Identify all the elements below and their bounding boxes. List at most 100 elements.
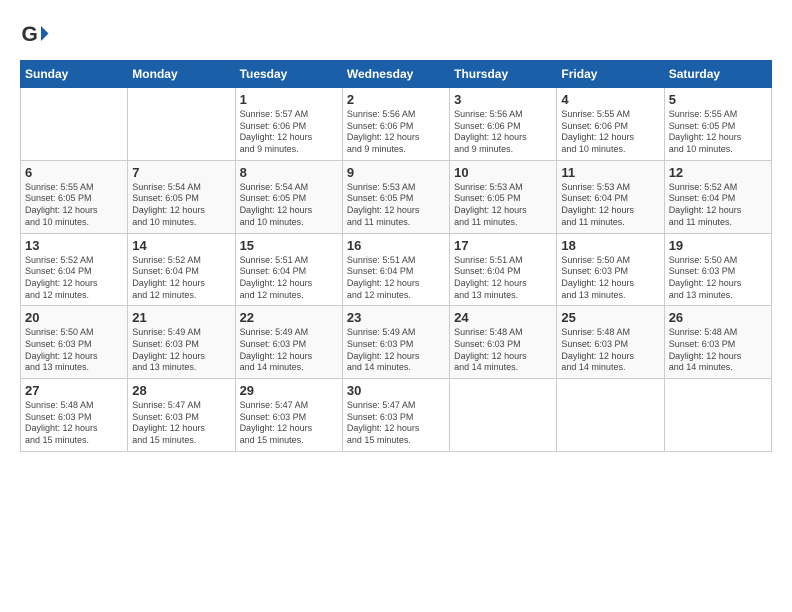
calendar-cell: 5 Sunrise: 5:55 AM Sunset: 6:05 PM Daylig… (664, 88, 771, 161)
day-info: Sunrise: 5:52 AM Sunset: 6:04 PM Dayligh… (132, 255, 230, 302)
calendar-cell: 17 Sunrise: 5:51 AM Sunset: 6:04 PM Dayli… (450, 233, 557, 306)
day-number: 3 (454, 92, 552, 107)
day-info: Sunrise: 5:56 AM Sunset: 6:06 PM Dayligh… (347, 109, 445, 156)
day-info: Sunrise: 5:49 AM Sunset: 6:03 PM Dayligh… (240, 327, 338, 374)
day-number: 24 (454, 310, 552, 325)
day-number: 26 (669, 310, 767, 325)
day-info: Sunrise: 5:47 AM Sunset: 6:03 PM Dayligh… (240, 400, 338, 447)
day-number: 12 (669, 165, 767, 180)
day-info: Sunrise: 5:47 AM Sunset: 6:03 PM Dayligh… (347, 400, 445, 447)
day-info: Sunrise: 5:49 AM Sunset: 6:03 PM Dayligh… (132, 327, 230, 374)
calendar-week-4: 20 Sunrise: 5:50 AM Sunset: 6:03 PM Dayli… (21, 306, 772, 379)
calendar-cell (557, 379, 664, 452)
day-header-thursday: Thursday (450, 61, 557, 88)
day-number: 19 (669, 238, 767, 253)
calendar-cell: 6Sunrise: 5:55 AM Sunset: 6:05 PM Daylig… (21, 160, 128, 233)
calendar-cell: 23Sunrise: 5:49 AM Sunset: 6:03 PM Dayli… (342, 306, 449, 379)
calendar-week-1: 1 Sunrise: 5:57 AM Sunset: 6:06 PM Daylig… (21, 88, 772, 161)
day-info: Sunrise: 5:49 AM Sunset: 6:03 PM Dayligh… (347, 327, 445, 374)
day-header-tuesday: Tuesday (235, 61, 342, 88)
day-number: 30 (347, 383, 445, 398)
day-info: Sunrise: 5:53 AM Sunset: 6:05 PM Dayligh… (347, 182, 445, 229)
day-number: 18 (561, 238, 659, 253)
day-number: 29 (240, 383, 338, 398)
calendar-cell (664, 379, 771, 452)
calendar-cell: 3 Sunrise: 5:56 AM Sunset: 6:06 PM Daylig… (450, 88, 557, 161)
day-info: Sunrise: 5:54 AM Sunset: 6:05 PM Dayligh… (132, 182, 230, 229)
calendar-cell: 1 Sunrise: 5:57 AM Sunset: 6:06 PM Daylig… (235, 88, 342, 161)
day-header-wednesday: Wednesday (342, 61, 449, 88)
day-number: 13 (25, 238, 123, 253)
day-info: Sunrise: 5:53 AM Sunset: 6:04 PM Dayligh… (561, 182, 659, 229)
calendar-cell: 29 Sunrise: 5:47 AM Sunset: 6:03 PM Dayli… (235, 379, 342, 452)
day-number: 27 (25, 383, 123, 398)
day-info: Sunrise: 5:57 AM Sunset: 6:06 PM Dayligh… (240, 109, 338, 156)
day-info: Sunrise: 5:53 AM Sunset: 6:05 PM Dayligh… (454, 182, 552, 229)
day-number: 17 (454, 238, 552, 253)
calendar-cell: 7 Sunrise: 5:54 AM Sunset: 6:05 PM Daylig… (128, 160, 235, 233)
day-header-monday: Monday (128, 61, 235, 88)
calendar-cell: 21 Sunrise: 5:49 AM Sunset: 6:03 PM Dayli… (128, 306, 235, 379)
calendar-cell: 27 Sunrise: 5:48 AM Sunset: 6:03 PM Dayli… (21, 379, 128, 452)
day-info: Sunrise: 5:55 AM Sunset: 6:05 PM Dayligh… (25, 182, 123, 229)
calendar-cell: 25 Sunrise: 5:48 AM Sunset: 6:03 PM Dayli… (557, 306, 664, 379)
calendar-week-5: 27 Sunrise: 5:48 AM Sunset: 6:03 PM Dayli… (21, 379, 772, 452)
page-header: G (20, 20, 772, 50)
day-info: Sunrise: 5:48 AM Sunset: 6:03 PM Dayligh… (561, 327, 659, 374)
calendar-cell: 20 Sunrise: 5:50 AM Sunset: 6:03 PM Dayli… (21, 306, 128, 379)
logo: G (20, 20, 54, 50)
day-number: 20 (25, 310, 123, 325)
day-info: Sunrise: 5:48 AM Sunset: 6:03 PM Dayligh… (25, 400, 123, 447)
calendar-week-2: 6Sunrise: 5:55 AM Sunset: 6:05 PM Daylig… (21, 160, 772, 233)
day-info: Sunrise: 5:47 AM Sunset: 6:03 PM Dayligh… (132, 400, 230, 447)
calendar-cell: 19 Sunrise: 5:50 AM Sunset: 6:03 PM Dayli… (664, 233, 771, 306)
svg-text:G: G (22, 23, 38, 46)
day-number: 28 (132, 383, 230, 398)
calendar-cell: 13 Sunrise: 5:52 AM Sunset: 6:04 PM Dayli… (21, 233, 128, 306)
calendar-cell: 30 Sunrise: 5:47 AM Sunset: 6:03 PM Dayli… (342, 379, 449, 452)
calendar-cell: 18 Sunrise: 5:50 AM Sunset: 6:03 PM Dayli… (557, 233, 664, 306)
day-info: Sunrise: 5:50 AM Sunset: 6:03 PM Dayligh… (25, 327, 123, 374)
day-info: Sunrise: 5:55 AM Sunset: 6:05 PM Dayligh… (669, 109, 767, 156)
calendar-table: SundayMondayTuesdayWednesdayThursdayFrid… (20, 60, 772, 452)
day-info: Sunrise: 5:50 AM Sunset: 6:03 PM Dayligh… (669, 255, 767, 302)
calendar-cell: 28 Sunrise: 5:47 AM Sunset: 6:03 PM Dayli… (128, 379, 235, 452)
calendar-cell: 2 Sunrise: 5:56 AM Sunset: 6:06 PM Daylig… (342, 88, 449, 161)
calendar-cell: 26 Sunrise: 5:48 AM Sunset: 6:03 PM Dayli… (664, 306, 771, 379)
calendar-cell: 9 Sunrise: 5:53 AM Sunset: 6:05 PM Daylig… (342, 160, 449, 233)
day-number: 16 (347, 238, 445, 253)
day-header-saturday: Saturday (664, 61, 771, 88)
calendar-cell: 15 Sunrise: 5:51 AM Sunset: 6:04 PM Dayli… (235, 233, 342, 306)
calendar-cell (128, 88, 235, 161)
calendar-cell: 10 Sunrise: 5:53 AM Sunset: 6:05 PM Dayli… (450, 160, 557, 233)
calendar-cell: 8Sunrise: 5:54 AM Sunset: 6:05 PM Daylig… (235, 160, 342, 233)
day-info: Sunrise: 5:52 AM Sunset: 6:04 PM Dayligh… (25, 255, 123, 302)
day-number: 7 (132, 165, 230, 180)
day-info: Sunrise: 5:51 AM Sunset: 6:04 PM Dayligh… (347, 255, 445, 302)
day-number: 14 (132, 238, 230, 253)
day-number: 9 (347, 165, 445, 180)
calendar-cell: 4 Sunrise: 5:55 AM Sunset: 6:06 PM Daylig… (557, 88, 664, 161)
calendar-cell: 14 Sunrise: 5:52 AM Sunset: 6:04 PM Dayli… (128, 233, 235, 306)
day-info: Sunrise: 5:48 AM Sunset: 6:03 PM Dayligh… (454, 327, 552, 374)
day-number: 4 (561, 92, 659, 107)
day-number: 10 (454, 165, 552, 180)
day-header-friday: Friday (557, 61, 664, 88)
calendar-header-row: SundayMondayTuesdayWednesdayThursdayFrid… (21, 61, 772, 88)
day-number: 21 (132, 310, 230, 325)
day-number: 2 (347, 92, 445, 107)
day-info: Sunrise: 5:54 AM Sunset: 6:05 PM Dayligh… (240, 182, 338, 229)
calendar-cell: 12Sunrise: 5:52 AM Sunset: 6:04 PM Dayli… (664, 160, 771, 233)
day-number: 25 (561, 310, 659, 325)
calendar-cell: 22Sunrise: 5:49 AM Sunset: 6:03 PM Dayli… (235, 306, 342, 379)
day-info: Sunrise: 5:50 AM Sunset: 6:03 PM Dayligh… (561, 255, 659, 302)
day-info: Sunrise: 5:48 AM Sunset: 6:03 PM Dayligh… (669, 327, 767, 374)
day-number: 1 (240, 92, 338, 107)
day-info: Sunrise: 5:51 AM Sunset: 6:04 PM Dayligh… (240, 255, 338, 302)
day-info: Sunrise: 5:55 AM Sunset: 6:06 PM Dayligh… (561, 109, 659, 156)
calendar-cell: 16 Sunrise: 5:51 AM Sunset: 6:04 PM Dayli… (342, 233, 449, 306)
day-info: Sunrise: 5:51 AM Sunset: 6:04 PM Dayligh… (454, 255, 552, 302)
day-number: 5 (669, 92, 767, 107)
day-number: 15 (240, 238, 338, 253)
day-info: Sunrise: 5:56 AM Sunset: 6:06 PM Dayligh… (454, 109, 552, 156)
